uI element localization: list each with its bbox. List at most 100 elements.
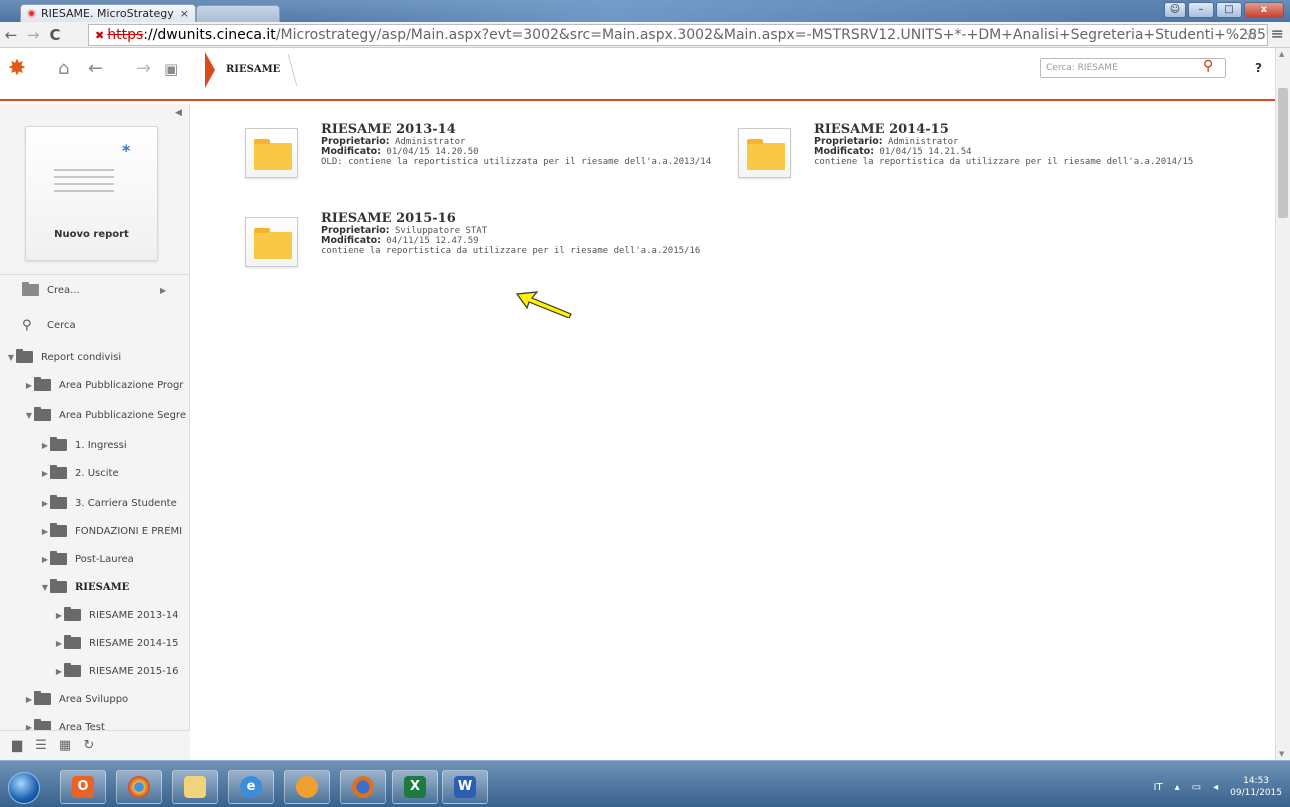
taskbar-app-ie[interactable]: e	[228, 770, 274, 804]
content-area: RIESAME 2013-14 Proprietario: Administra…	[190, 104, 1275, 760]
back-nav-icon[interactable]: ←	[88, 58, 103, 79]
folder-tile[interactable]	[245, 217, 298, 267]
folder-icon	[50, 465, 67, 479]
scroll-up-icon[interactable]: ▲	[1279, 50, 1284, 58]
folder-icon	[254, 139, 292, 170]
taskbar-app-firefox[interactable]	[340, 770, 386, 804]
folder-name[interactable]: RIESAME 2014-15	[814, 122, 1193, 137]
tree-item[interactable]: ▶ RIESAME 2015-16	[0, 660, 190, 682]
close-button[interactable]: x	[1244, 2, 1284, 18]
insecure-lock-icon: ✖	[95, 28, 105, 42]
tree-item[interactable]: ▶ Area Sviluppo	[0, 688, 190, 710]
firefox-icon	[352, 776, 374, 798]
folder-name[interactable]: RIESAME 2015-16	[321, 211, 700, 226]
word-icon: W	[454, 776, 476, 798]
expanded-icon: ▼	[25, 410, 33, 420]
tab-close-icon[interactable]: ×	[180, 7, 189, 20]
taskbar-app-chrome[interactable]	[116, 770, 162, 804]
tree-item[interactable]: ▶ Post-Laurea	[0, 548, 190, 570]
maximize-button[interactable]: □	[1216, 2, 1242, 18]
folder-icon	[50, 551, 67, 565]
sidebar-footer: ▆ ☰ ▦ ↻	[0, 730, 190, 760]
address-bar: ← → C ✖ https://dwunits.cineca.it/Micros…	[0, 22, 1290, 48]
start-button[interactable]	[8, 772, 40, 804]
folder-up-icon[interactable]: ▣	[164, 60, 178, 78]
refresh-icon[interactable]: ↻	[80, 737, 98, 755]
submenu-arrow-icon: ▶	[160, 285, 167, 295]
tree-item[interactable]: ▼ Area Pubblicazione Segre	[0, 404, 190, 426]
minimize-button[interactable]: –	[1188, 2, 1214, 18]
collapse-sidebar-icon[interactable]: ◀	[175, 108, 182, 118]
tree-item[interactable]: ▶ Area Pubblicazione Progr	[0, 374, 190, 396]
new-asterisk-icon: *	[122, 141, 131, 160]
icon-view-icon[interactable]: ▦	[56, 737, 74, 755]
sidebar-item-search[interactable]: ⚲ Cerca	[0, 314, 190, 336]
tree-item-riesame-selected[interactable]: ▼ RIESAME	[0, 576, 190, 598]
sidebar-item-create[interactable]: Crea... ▶	[0, 279, 190, 301]
report-grid-icon	[54, 169, 114, 197]
vertical-scrollbar[interactable]: ▲ ▼	[1275, 48, 1290, 760]
forward-nav-icon[interactable]: →	[136, 58, 151, 79]
search-input[interactable]: Cerca: RIESAME	[1040, 58, 1226, 78]
create-folder-icon[interactable]: ▆	[8, 737, 26, 755]
list-view-icon[interactable]: ☰	[32, 737, 50, 755]
windows-taskbar: O e X W IT ▴ ▭ ◂ 14:53 09/11/2015	[0, 760, 1290, 807]
collapsed-icon: ▶	[41, 526, 49, 536]
folder-icon	[50, 523, 67, 537]
new-report-button[interactable]: * Nuovo report	[25, 126, 158, 261]
clock[interactable]: 14:53 09/11/2015	[1230, 775, 1282, 799]
search-icon[interactable]: ⚲	[1203, 58, 1213, 74]
back-icon[interactable]: ←	[0, 26, 22, 44]
taskbar-app-explorer[interactable]	[172, 770, 218, 804]
folder-icon	[34, 377, 51, 391]
forward-icon[interactable]: →	[22, 26, 44, 44]
taskbar-app-word[interactable]: W	[442, 770, 488, 804]
taskbar-app-excel[interactable]: X	[392, 770, 438, 804]
url-input[interactable]: ✖ https://dwunits.cineca.it/Microstrateg…	[88, 24, 1268, 46]
folder-icon	[64, 663, 81, 677]
collapsed-icon: ▶	[41, 498, 49, 508]
folder-icon	[254, 228, 292, 259]
chrome-menu-icon[interactable]: ≡	[1271, 24, 1284, 43]
tree-item[interactable]: ▶ RIESAME 2013-14	[0, 604, 190, 626]
folder-icon	[64, 607, 81, 621]
tray-expand-icon[interactable]: ▴	[1175, 782, 1180, 793]
browser-tab[interactable]: RIESAME. MicroStrategy ×	[20, 4, 196, 22]
breadcrumb[interactable]: RIESAME	[226, 64, 280, 75]
folder-name[interactable]: RIESAME 2013-14	[321, 122, 711, 137]
volume-icon[interactable]: ◂	[1213, 782, 1218, 793]
folder-description: contiene la reportistica da utilizzare p…	[814, 157, 1194, 167]
collapsed-icon: ▶	[55, 666, 63, 676]
home-icon[interactable]: ⌂	[58, 58, 69, 79]
taskbar-app-orange[interactable]	[284, 770, 330, 804]
tree-item[interactable]: ▶ 2. Uscite	[0, 462, 190, 484]
new-tab-button[interactable]	[196, 5, 280, 22]
expanded-icon: ▼	[7, 352, 15, 362]
tree-item[interactable]: ▶ 1. Ingressi	[0, 434, 190, 456]
reload-icon[interactable]: C	[44, 26, 66, 44]
collapsed-icon: ▶	[55, 638, 63, 648]
tree-item-report-condivisi[interactable]: ▼ Report condivisi	[0, 346, 190, 368]
help-icon[interactable]: ?	[1255, 61, 1262, 75]
language-indicator[interactable]: IT	[1154, 782, 1163, 793]
tree-item[interactable]: ▶ RIESAME 2014-15	[0, 632, 190, 654]
scroll-down-icon[interactable]: ▼	[1279, 750, 1284, 758]
collapsed-icon: ▶	[25, 694, 33, 704]
bookmark-star-icon[interactable]: ☆	[1245, 26, 1258, 44]
folder-icon	[50, 579, 67, 593]
collapsed-icon: ▶	[41, 440, 49, 450]
create-icon	[22, 282, 39, 296]
microstrategy-logo-icon[interactable]: ✸	[6, 58, 28, 80]
folder-tile[interactable]	[245, 128, 298, 178]
tree-item[interactable]: ▶ FONDAZIONI E PREMI	[0, 520, 190, 542]
taskbar-app-office[interactable]: O	[60, 770, 106, 804]
folder-description: contiene la reportistica da utilizzare p…	[321, 246, 701, 256]
scroll-thumb[interactable]	[1278, 88, 1288, 218]
network-icon[interactable]: ▭	[1192, 782, 1201, 793]
tree-item[interactable]: ▶ 3. Carriera Studente	[0, 492, 190, 514]
folder-icon	[50, 495, 67, 509]
user-icon[interactable]: ☺	[1164, 2, 1186, 18]
app-orange-icon	[296, 776, 318, 798]
collapsed-icon: ▶	[25, 380, 33, 390]
folder-tile[interactable]	[738, 128, 791, 178]
